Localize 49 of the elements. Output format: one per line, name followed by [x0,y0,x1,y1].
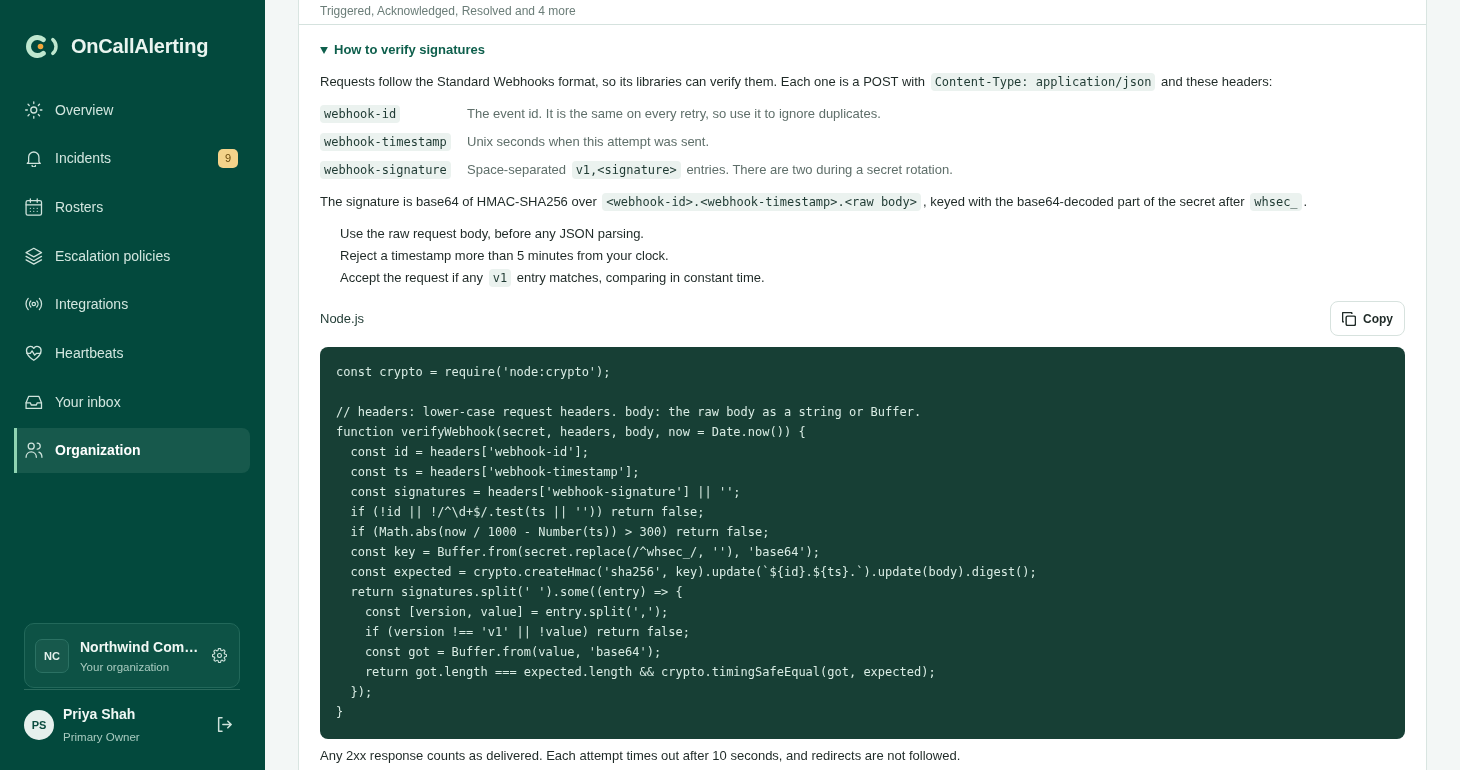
code-block: const crypto = require('node:crypto'); // headers: lower-case request headers. body: the raw body as a string or Buffer. function verifyWebhook(secret, headers, body, now = Date.now()) { const id = headers['webhook-id']; const ts = headers['webhook-timestamp']; const signatures = headers['webhook-signature'] || ''; if (!id || !/^\d+$/.test(ts || '')) return false; if (Math.abs(now / 1000 - Number(ts)) > 300) return false; const key = Buffer.from(secret.replace(/^whsec_/, ''), 'base64'); const expected = crypto.createHmac('sha256', key).update(`${id}.${ts}.`).update(body).digest(); return signatures.split(' ').some((entry) => { const [version, value] = entry.split(','); if (version !== 'v1' || !value) return false; const got = Buffer.from(value, 'base64'); return got.length === expected.length && crypto.timingSafeEqual(got, expected); }); } [320,347,1405,739]
logo-icon [26,34,58,58]
nav-item[interactable]: Incidents 9 [14,135,250,181]
organization-card[interactable]: NC Northwind Com… Your organization [24,623,240,688]
signature-paragraph: The signature is base64 of HMAC-SHA256 over <webhook-id>.<webhook-timestamp>.<raw body> , keyed with the base64-decoded part of the secret after whsec_ . [320,193,1309,211]
calendar-icon [25,197,43,216]
intro-paragraph: Requests follow the Standard Webhooks format, so its libraries can verify them. Each one is a POST with Content-Type: application/json and these headers: [320,73,1274,91]
code-language-label: Node.js [320,311,365,326]
settings-icon[interactable] [212,648,227,663]
nav-item[interactable]: Integrations [14,281,250,327]
step-text: Accept the request if any v1 entry matches, comparing in constant time. [340,268,766,289]
count-badge: 9 [218,148,238,168]
header-description: The event id. It is the same on every retry, so use it to ignore duplicates. [467,105,882,123]
heart-pulse-icon [25,343,43,362]
user-role: Primary Owner [63,731,141,743]
header-name: webhook-signature [320,161,451,179]
inline-code: whsec_ [1250,193,1302,211]
header-description: Space-separated v1,<signature> entries. There are two during a secret rotation. [467,160,954,181]
users-icon [25,441,43,460]
nav-item[interactable]: Overview [14,87,250,132]
logout-icon[interactable] [217,717,232,732]
event-types-summary: Triggered, Acknowledged, Resolved and 4 more [320,4,576,18]
organization-role: Your organization [80,660,171,673]
user-avatar: PS [24,709,54,740]
organization-name: Northwind Com… [80,638,200,655]
nav-item[interactable]: Escalation policies [14,233,250,279]
bell-icon [25,149,43,168]
user-name: Priya Shah [63,706,137,722]
copy-icon [1342,311,1356,326]
app-name: OnCallAlerting [71,34,209,58]
inline-code: v1,<signature> [571,161,681,179]
header-name: webhook-timestamp [320,133,451,151]
header-name: webhook-id [320,105,401,123]
delivery-note: Any 2xx response counts as delivered. Each attempt times out after 10 seconds, and redirects are not followed. [320,747,962,764]
organization-avatar: NC [35,638,69,673]
section-toggle[interactable]: How to verify signatures [320,42,485,58]
step-text: Use the raw request body, before any JSON parsing. [340,225,645,243]
layers-icon [25,246,43,265]
nav-item[interactable]: Organization [14,427,250,473]
inline-code: v1 [488,269,512,287]
nav-item[interactable]: Your inbox [14,379,250,425]
inline-code: <webhook-id>.<webhook-timestamp>.<raw body> [602,193,922,211]
header-description: Unix seconds when this attempt was sent. [467,133,711,151]
nav-item[interactable]: Rosters [14,184,250,230]
nav-item[interactable]: Heartbeats [14,330,250,376]
inline-code: Content-Type: application/json [930,73,1156,91]
sun-icon [25,100,43,119]
step-text: Reject a timestamp more than 5 minutes from your clock. [340,247,670,265]
copy-button[interactable]: Copy [1330,301,1405,336]
